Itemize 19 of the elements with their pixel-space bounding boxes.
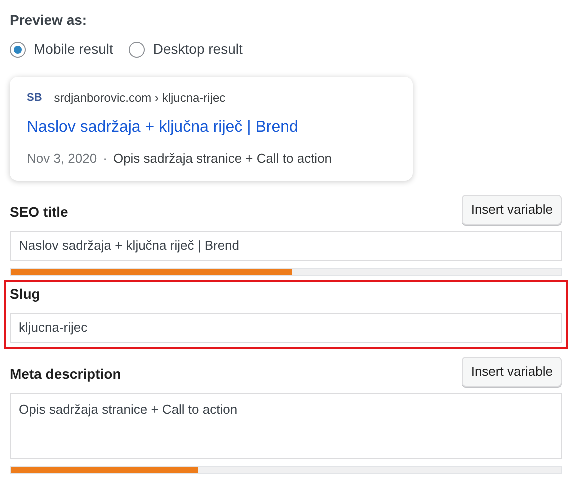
separator-dot: · — [103, 150, 108, 168]
field-label: Slug — [10, 284, 40, 304]
insert-variable-button[interactable]: Insert variable — [462, 356, 562, 386]
description-field[interactable]: Opis sadržaja stranice + Call to action — [10, 392, 562, 458]
field-label: SEO title — [10, 202, 68, 222]
field-label: Meta description — [10, 364, 122, 384]
radio-button[interactable] — [129, 42, 146, 58]
result-description: Opis sadržaja stranice + Call to action — [113, 150, 332, 168]
insert-variable-button[interactable]: Insert variable — [462, 194, 562, 224]
preview-heading: Preview as: — [10, 11, 88, 30]
breadcrumb: srdjanborovic.com › kljucna-rijec — [54, 90, 226, 107]
result-date: Nov 3, 2020 — [27, 150, 98, 168]
radio-button[interactable] — [10, 42, 26, 58]
text-field[interactable]: kljucna-rijec — [10, 312, 562, 342]
site-logo: SB — [27, 90, 42, 106]
result-title[interactable]: Naslov sadržaja + ključna riječ | Brend — [27, 116, 396, 140]
radio-label: Desktop result — [153, 40, 243, 59]
text-field[interactable]: Naslov sadržaja + ključna riječ | Brend — [10, 230, 562, 260]
radio-label: Mobile result — [34, 40, 114, 59]
